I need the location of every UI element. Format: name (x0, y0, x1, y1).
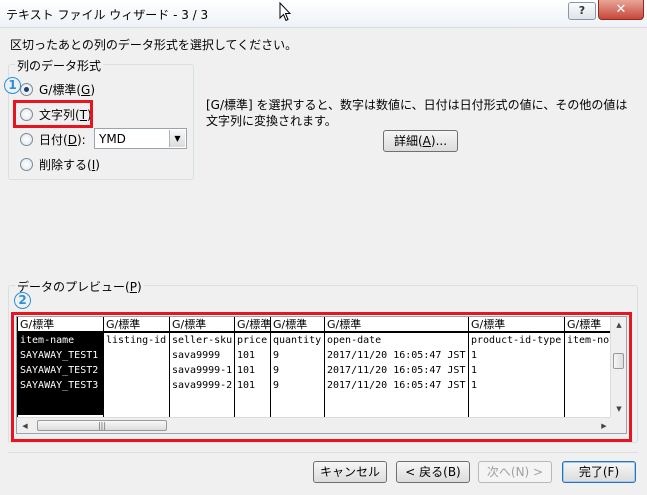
preview-legend: データのプレビュー(P) (15, 278, 144, 295)
radio-skip-button[interactable] (20, 157, 33, 171)
next-button[interactable]: 次へ(N) > (478, 461, 552, 483)
column-format-legend: 列のデータ形式 (15, 57, 104, 74)
instruction-text: 区切ったあとの列のデータ形式を選択してください。 (10, 38, 298, 52)
chevron-down-icon[interactable]: ▼ (169, 130, 185, 147)
mouse-cursor-icon (279, 2, 291, 22)
close-button[interactable]: ✕ (598, 0, 644, 20)
radio-general-button[interactable] (20, 82, 33, 96)
format-description: [G/標準] を選択すると、数字は数値に、日付は日付形式の値に、その他の値は文字… (206, 98, 628, 128)
window-title: テキスト ファイル ウィザード - 3 / 3 (6, 8, 209, 22)
back-button[interactable]: < 戻る(B) (396, 461, 470, 483)
radio-date-label: 日付(D): (39, 132, 86, 147)
finish-button[interactable]: 完了(F) (562, 461, 636, 483)
date-format-select[interactable]: YMD ▼ (94, 128, 187, 149)
help-button[interactable]: ? (568, 2, 596, 20)
annotation-badge-1: 1 (4, 77, 21, 94)
highlight-preview (11, 312, 632, 442)
radio-skip-label: 削除する(I) (39, 157, 100, 172)
footer-separator (8, 452, 638, 453)
highlight-text-option (13, 100, 93, 128)
radio-general[interactable]: G/標準(G) (20, 80, 95, 98)
title-bar: テキスト ファイル ウィザード - 3 / 3 ? ✕ (0, 0, 647, 28)
cancel-button[interactable]: キャンセル (313, 461, 387, 483)
advanced-button[interactable]: 詳細(A)... (383, 130, 458, 152)
radio-skip[interactable]: 削除する(I) (20, 155, 100, 173)
radio-date-button[interactable] (20, 132, 33, 146)
radio-general-label: G/標準(G) (39, 82, 96, 97)
radio-date[interactable]: 日付(D): (20, 130, 86, 148)
annotation-badge-2: 2 (14, 292, 31, 309)
date-format-value: YMD (99, 132, 126, 146)
